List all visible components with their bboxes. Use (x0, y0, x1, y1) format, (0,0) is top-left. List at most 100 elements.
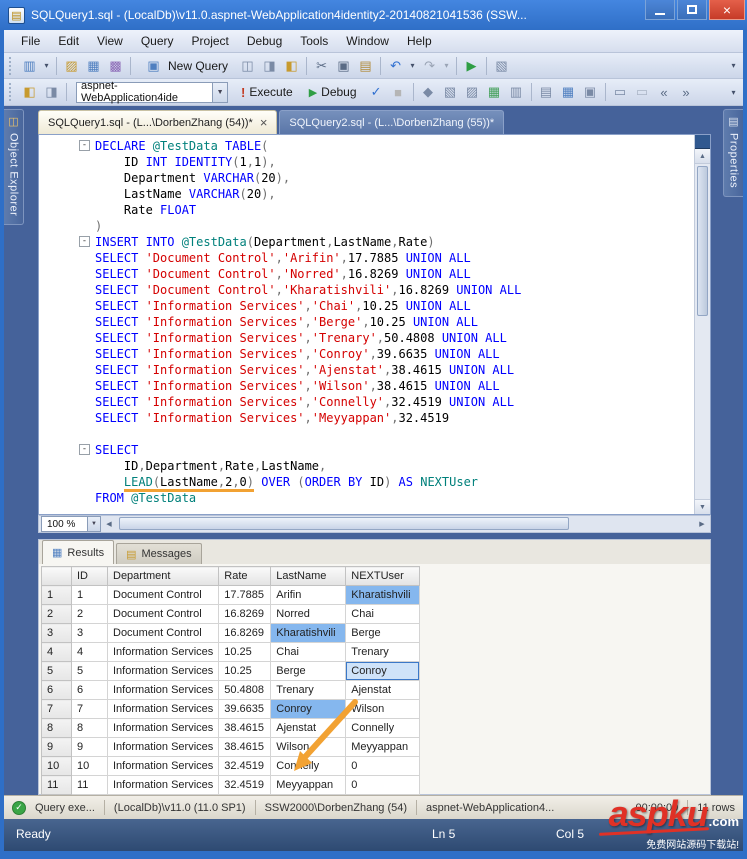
grid-cell[interactable]: Berge (345, 623, 421, 643)
fold-collapse-icon[interactable]: - (79, 444, 90, 455)
grid-cell[interactable]: 5 (71, 661, 108, 681)
grid-row-header[interactable]: 2 (41, 604, 72, 624)
grid-cell[interactable]: Information Services (106, 737, 220, 757)
save-icon[interactable]: ▦ (83, 56, 104, 76)
grid-cell[interactable]: 7 (71, 699, 108, 719)
grid-cell[interactable]: Meyyappan (270, 775, 347, 795)
grid-cell[interactable]: Kharatishvili (270, 623, 347, 643)
grid-cell[interactable]: Wilson (270, 737, 347, 757)
new-file-caret-icon[interactable]: ▾ (41, 56, 52, 76)
code-line[interactable]: LEAD(LastName,2,0) OVER (ORDER BY ID) AS… (39, 474, 693, 492)
split-handle[interactable] (695, 135, 710, 149)
menu-file[interactable]: File (12, 31, 49, 51)
code-line[interactable]: SELECT 'Information Services','Chai',10.… (39, 298, 693, 314)
code-line[interactable]: SELECT 'Information Services','Connelly'… (39, 394, 693, 410)
parse-query-icon[interactable]: ✓ (366, 82, 387, 102)
results-to-file-icon[interactable]: ▣ (580, 82, 601, 102)
grid-cell[interactable]: 2 (71, 604, 108, 624)
grid-cell[interactable]: Document Control (106, 585, 220, 605)
horizontal-scroll-thumb[interactable] (119, 517, 570, 530)
zoom-dropdown[interactable]: 100 % ▼ (41, 516, 101, 532)
grid-cell[interactable]: Norred (270, 604, 347, 624)
grid-cell[interactable]: Connelly (345, 718, 421, 738)
grid-row-header[interactable]: 6 (41, 680, 72, 700)
toolbar-overflow-icon[interactable]: ▾ (728, 56, 739, 76)
grid-cell[interactable]: 8 (71, 718, 108, 738)
grid-cell[interactable]: 10 (71, 756, 108, 776)
grid-row-header[interactable]: 9 (41, 737, 72, 757)
undo-caret-icon[interactable]: ▾ (407, 56, 418, 76)
grid-row-header[interactable]: 5 (41, 661, 72, 681)
cut-icon[interactable]: ✂ (311, 56, 332, 76)
tab-results[interactable]: ▦ Results (42, 540, 115, 564)
code-line[interactable]: SELECT 'Information Services','Meyyappan… (39, 410, 693, 426)
redo-caret-icon[interactable]: ▾ (441, 56, 452, 76)
grid-cell[interactable]: Information Services (106, 680, 220, 700)
grid-cell[interactable]: Arifin (270, 585, 347, 605)
grid-cell[interactable]: Information Services (106, 775, 220, 795)
grid-cell[interactable]: 10.25 (218, 642, 272, 662)
cancel-query-icon[interactable]: ■ (388, 82, 409, 102)
fold-collapse-icon[interactable]: - (79, 140, 90, 151)
grid-row-header[interactable]: 3 (41, 623, 72, 643)
estimated-plan-icon[interactable]: ▧ (440, 82, 461, 102)
open-file-icon[interactable]: ▨ (61, 56, 82, 76)
grid-row-header[interactable]: 7 (41, 699, 72, 719)
grid-cell[interactable]: 50.4808 (218, 680, 272, 700)
menu-query[interactable]: Query (132, 31, 183, 51)
grid-cell[interactable]: 16.8269 (218, 604, 272, 624)
code-line[interactable] (39, 426, 693, 442)
intellisense-icon[interactable]: ◆ (418, 82, 439, 102)
code-line[interactable]: FROM @TestData (39, 490, 693, 506)
database-engine-query-icon[interactable]: ◫ (237, 56, 258, 76)
grid-cell[interactable]: Kharatishvili (345, 585, 421, 605)
grid-cell[interactable]: Ajenstat (345, 680, 421, 700)
close-button[interactable]: × (709, 0, 745, 20)
grid-cell[interactable]: 16.8269 (218, 623, 272, 643)
object-explorer-tab[interactable]: ◫ Object Explorer (4, 109, 24, 226)
grid-cell[interactable]: Trenary (345, 642, 421, 662)
grid-column-header[interactable]: Rate (218, 566, 272, 586)
menu-edit[interactable]: Edit (49, 31, 88, 51)
maximize-button[interactable] (677, 0, 707, 20)
grid-cell[interactable]: 0 (345, 775, 421, 795)
code-area[interactable]: - DECLARE @TestData TABLE( ID INT IDENTIT… (39, 135, 693, 514)
grid-cell[interactable]: Connelly (270, 756, 347, 776)
code-line[interactable]: SELECT 'Document Control','Kharatishvili… (39, 282, 693, 298)
grid-column-header[interactable]: Department (106, 566, 220, 586)
code-line[interactable]: SELECT 'Information Services','Conroy',3… (39, 346, 693, 362)
tab-sqlquery2[interactable]: SQLQuery2.sql - (L...\DorbenZhang (55))* (279, 110, 505, 134)
save-all-icon[interactable]: ▩ (105, 56, 126, 76)
code-line[interactable]: SELECT 'Information Services','Trenary',… (39, 330, 693, 346)
grid-cell[interactable]: 6 (71, 680, 108, 700)
grid-cell[interactable]: Wilson (345, 699, 421, 719)
grid-cell[interactable]: Conroy (345, 661, 421, 681)
grid-cell[interactable]: 11 (71, 775, 108, 795)
results-to-text-icon[interactable]: ▤ (536, 82, 557, 102)
fold-collapse-icon[interactable]: - (79, 236, 90, 247)
grid-cell[interactable]: Document Control (106, 604, 220, 624)
connect-database-icon[interactable]: ◧ (19, 82, 40, 102)
code-line[interactable]: LastName VARCHAR(20), (39, 186, 693, 202)
scroll-left-icon[interactable]: ◀ (101, 516, 117, 532)
results-to-grid-icon[interactable]: ▦ (558, 82, 579, 102)
menu-tools[interactable]: Tools (291, 31, 337, 51)
code-line[interactable]: Rate FLOAT (39, 202, 693, 218)
tab-sqlquery1[interactable]: SQLQuery1.sql - (L...\DorbenZhang (54))*… (38, 110, 278, 134)
execute-button[interactable]: ! Execute (234, 84, 300, 101)
grid-cell[interactable]: Chai (270, 642, 347, 662)
grid-cell[interactable]: 32.4519 (218, 775, 272, 795)
code-line[interactable]: - DECLARE @TestData TABLE( (39, 138, 693, 154)
new-query-file-icon[interactable]: ▥ (19, 56, 40, 76)
toolbar-grip[interactable] (9, 56, 13, 75)
grid-cell[interactable]: Ajenstat (270, 718, 347, 738)
grid-cell[interactable]: 38.4615 (218, 718, 272, 738)
paste-icon[interactable]: ▤ (355, 56, 376, 76)
grid-cell[interactable]: Information Services (106, 718, 220, 738)
debug-button[interactable]: ▶ Debug (302, 84, 364, 100)
grid-cell[interactable]: Berge (270, 661, 347, 681)
grid-cell[interactable]: 39.6635 (218, 699, 272, 719)
scroll-right-icon[interactable]: ▶ (694, 516, 710, 532)
grid-row-header[interactable]: 1 (41, 585, 72, 605)
start-debug-icon[interactable]: ▶ (461, 56, 482, 76)
